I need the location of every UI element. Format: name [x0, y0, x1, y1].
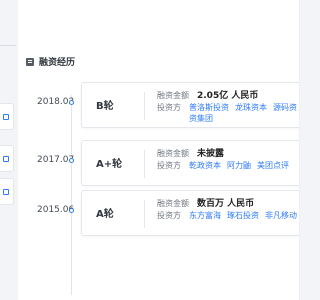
- left-card-3[interactable]: [0, 178, 14, 205]
- investor-link-continued[interactable]: 资集团: [189, 114, 213, 123]
- amount-value: 数百万 人民币: [197, 199, 255, 209]
- amount-line: 融资金额 未披露: [157, 148, 295, 160]
- amount-value: 未披露: [197, 149, 225, 159]
- funding-round-card[interactable]: B轮 融资金额 2.05亿 人民币 投资方普洛斯投资龙珠资本源码资 投资方资集团: [81, 82, 300, 128]
- section-header: 融资经历: [26, 55, 75, 68]
- investor-link[interactable]: 乾政资本: [189, 161, 221, 170]
- investors-label: 投资方: [157, 211, 181, 220]
- investor-link[interactable]: 源码资: [273, 103, 297, 112]
- doc-icon: [3, 189, 9, 195]
- investor-link[interactable]: 琢石投资: [227, 211, 259, 220]
- investors-line-continued: 投资方资集团: [157, 113, 300, 124]
- amount-line: 融资金额 2.05亿 人民币: [157, 90, 300, 102]
- circle-dot-icon: [69, 100, 74, 105]
- funding-round-row: 2017.07 A+轮 融资金额 未披露 投资方 乾政资本 阿力鼬 美团点评: [18, 140, 300, 190]
- investor-link[interactable]: 美团点评: [257, 161, 289, 170]
- investors-label: 投资方: [157, 103, 181, 112]
- doc-icon: [3, 114, 9, 120]
- investors-label: 投资方: [157, 161, 181, 170]
- funding-history-panel: 融资经历 2018.02 B轮 融资金额 2.05亿 人民币 投资方 普洛斯投资 龙珠…: [18, 0, 300, 300]
- investors-line: 投资方 东方富海 琢石投资 非凡移动: [157, 210, 300, 221]
- section-title: 融资经历: [39, 58, 76, 68]
- amount-label: 融资金额: [157, 199, 189, 208]
- investor-link[interactable]: 东方富海: [189, 211, 221, 220]
- left-card-2[interactable]: [0, 145, 14, 172]
- card-divider: [144, 150, 145, 178]
- round-name: B轮: [96, 101, 114, 112]
- round-info: 融资金额 数百万 人民币 投资方 东方富海 琢石投资 非凡移动: [157, 198, 300, 221]
- left-card-1[interactable]: [0, 103, 14, 130]
- funding-round-row: 2015.06 A轮 融资金额 数百万 人民币 投资方 东方富海 琢石投资 非凡移动: [18, 190, 300, 240]
- amount-label: 融资金额: [157, 149, 189, 158]
- round-name: A+轮: [96, 159, 123, 170]
- card-divider: [144, 200, 145, 228]
- investor-link[interactable]: 非凡移动: [265, 211, 297, 220]
- investor-link[interactable]: 阿力鼬: [227, 161, 251, 170]
- round-info: 融资金额 2.05亿 人民币 投资方普洛斯投资龙珠资本源码资 投资方资集团: [157, 90, 300, 124]
- investors-line: 投资方 普洛斯投资 龙珠资本 源码资: [157, 102, 300, 113]
- round-info: 融资金额 未披露 投资方 乾政资本 阿力鼬 美团点评: [157, 148, 295, 171]
- circle-dot-icon: [69, 208, 74, 213]
- circle-dot-icon: [69, 158, 74, 163]
- amount-value: 2.05亿 人民币: [197, 91, 259, 101]
- funding-round-row: 2018.02 B轮 融资金额 2.05亿 人民币 投资方 普洛斯投资 龙珠资本 源码资…: [18, 82, 300, 132]
- round-name: A轮: [96, 209, 114, 220]
- left-side-panel: [0, 0, 18, 300]
- card-divider: [144, 92, 145, 120]
- funding-round-card[interactable]: A+轮 融资金额 未披露 投资方 乾政资本 阿力鼬 美团点评: [81, 140, 300, 186]
- investors-line: 投资方 乾政资本 阿力鼬 美团点评: [157, 160, 295, 171]
- funding-round-card[interactable]: A轮 融资金额 数百万 人民币 投资方 东方富海 琢石投资 非凡移动: [81, 190, 300, 236]
- doc-icon: [3, 156, 9, 162]
- amount-label: 融资金额: [157, 91, 189, 100]
- left-divider: [0, 45, 16, 46]
- page: 融资经历 2018.02 B轮 融资金额 2.05亿 人民币 投资方 普洛斯投资 龙珠…: [0, 0, 300, 300]
- investor-link[interactable]: 龙珠资本: [235, 103, 267, 112]
- amount-line: 融资金额 数百万 人民币: [157, 198, 300, 210]
- document-icon: [26, 57, 34, 66]
- investor-link[interactable]: 普洛斯投资: [189, 103, 229, 112]
- scroll-edge: [299, 0, 300, 300]
